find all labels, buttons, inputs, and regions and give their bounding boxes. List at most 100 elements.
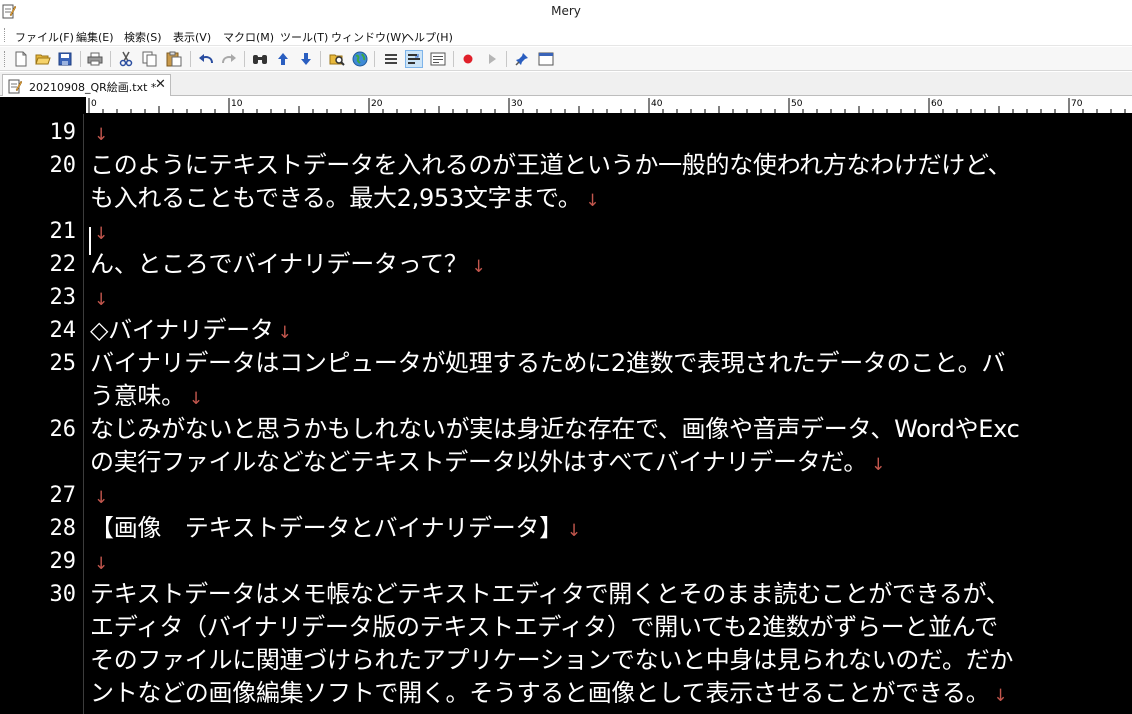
line-number: 23	[49, 285, 77, 310]
eol-mark-icon: ↓	[94, 290, 108, 310]
record-macro-icon[interactable]	[459, 50, 477, 68]
line-number: 28	[49, 516, 77, 541]
ruler-label: 50	[791, 99, 803, 109]
editor-line[interactable]: 21 ↓	[0, 215, 1132, 248]
line-number: 21	[49, 219, 77, 244]
line-number: 30	[49, 582, 77, 607]
editor-line[interactable]: エディタ（バイナリデータ版のテキストエディタ）で開いても2進数がずらーと並んで	[0, 611, 1132, 644]
cut-icon[interactable]	[117, 50, 135, 68]
editor-line[interactable]: そのファイルに関連づけられたアプリケーションでないと中身は見られないのだ。だか	[0, 644, 1132, 677]
line-text[interactable]: の実行ファイルなどなどテキストデータ以外はすべてバイナリデータだ。 ↓	[90, 446, 885, 482]
menu-view[interactable]: 表示(V)	[173, 29, 211, 45]
editor-line[interactable]: 27 ↓	[0, 479, 1132, 512]
editor-line[interactable]: の実行ファイルなどなどテキストデータ以外はすべてバイナリデータだ。 ↓	[0, 446, 1132, 479]
ruler-label: 20	[371, 99, 383, 109]
editor-line[interactable]: 29 ↓	[0, 545, 1132, 578]
editor-line[interactable]: 24 ◇バイナリデータ ↓	[0, 314, 1132, 347]
editor-line[interactable]: う意味。 ↓	[0, 380, 1132, 413]
line-text-content: ントなどの画像編集ソフトで開く。そうすると画像として表示させることができる。	[90, 679, 990, 707]
menu-window[interactable]: ウィンドウ(W)	[331, 29, 405, 45]
window-title: Mery	[551, 4, 581, 18]
line-number: 20	[49, 153, 77, 178]
editor-line[interactable]: 20 このようにテキストデータを入れるのが王道というか一般的な使われ方なわけだけど…	[0, 149, 1132, 182]
line-text[interactable]: ントなどの画像編集ソフトで開く。そうすると画像として表示させることができる。 ↓	[90, 677, 1008, 713]
find-icon[interactable]	[251, 50, 269, 68]
paste-icon[interactable]	[165, 50, 183, 68]
eol-mark-icon: ↓	[993, 686, 1008, 706]
menu-edit[interactable]: 編集(E)	[76, 29, 114, 45]
line-text[interactable]: エディタ（バイナリデータ版のテキストエディタ）で開いても2進数がずらーと並んで	[90, 611, 998, 644]
replace-files-icon[interactable]	[328, 50, 346, 68]
eol-mark-icon: ↓	[94, 224, 108, 244]
editor-line[interactable]: 28 【画像 テキストデータとバイナリデータ】 ↓	[0, 512, 1132, 545]
editor-line[interactable]: 19 ↓	[0, 116, 1132, 149]
line-text-content: ◇バイナリデータ	[90, 316, 274, 344]
line-text-content: バイナリデータはコンピュータが処理するために2進数で表現されたデータのこと。バ	[90, 349, 1006, 377]
eol-mark-icon: ↓	[94, 554, 108, 574]
wrap-window-icon[interactable]	[405, 50, 423, 68]
line-number: 27	[49, 483, 77, 508]
close-icon[interactable]: ✕	[155, 77, 166, 92]
editor-line[interactable]: 23 ↓	[0, 281, 1132, 314]
window-icon[interactable]	[537, 50, 555, 68]
menu-tools[interactable]: ツール(T)	[280, 29, 328, 45]
toolbar-grip[interactable]	[4, 51, 6, 67]
line-text[interactable]: テキストデータはメモ帳などテキストエディタで開くとそのまま読むことができるが、	[90, 578, 1010, 611]
find-next-icon[interactable]	[297, 50, 315, 68]
line-text[interactable]: そのファイルに関連づけられたアプリケーションでないと中身は見られないのだ。だか	[90, 644, 1013, 677]
menu-search[interactable]: 検索(S)	[124, 29, 162, 45]
undo-icon[interactable]	[197, 50, 215, 68]
line-text[interactable]: う意味。 ↓	[90, 380, 203, 416]
new-file-icon[interactable]	[12, 50, 30, 68]
menu-file[interactable]: ファイル(F)	[15, 29, 74, 45]
line-text[interactable]: なじみがないと思うかもしれないが実は身近な存在で、画像や音声データ、WordやE…	[90, 413, 1020, 446]
menu-help[interactable]: ヘルプ(H)	[403, 29, 453, 45]
document-tab[interactable]: 20210908_QR絵画.txt * ✕	[2, 74, 171, 96]
eol-mark-icon: ↓	[94, 488, 108, 508]
find-previous-icon[interactable]	[274, 50, 292, 68]
line-text[interactable]: ↓	[90, 116, 108, 152]
editor-line[interactable]: ントなどの画像編集ソフトで開く。そうすると画像として表示させることができる。 ↓	[0, 677, 1132, 710]
copy-icon[interactable]	[141, 50, 159, 68]
ruler-label: 0	[91, 99, 97, 109]
wrap-none-icon[interactable]	[382, 50, 400, 68]
editor-line[interactable]: 25 バイナリデータはコンピュータが処理するために2進数で表現されたデータのこと。…	[0, 347, 1132, 380]
editor-line[interactable]: も入れることもできる。最大2,953文字まで。 ↓	[0, 182, 1132, 215]
tab-title: 20210908_QR絵画.txt *	[29, 81, 157, 94]
line-text[interactable]: ん、ところでバイナリデータって？ ↓	[90, 248, 486, 284]
line-text[interactable]: ↓	[90, 215, 108, 251]
line-number: 19	[49, 120, 77, 145]
menu-grip[interactable]	[4, 28, 6, 42]
redo-icon[interactable]	[220, 50, 238, 68]
wrap-page-icon[interactable]	[429, 50, 447, 68]
tab-bar: 20210908_QR絵画.txt * ✕	[0, 72, 1132, 96]
save-icon[interactable]	[56, 50, 74, 68]
line-text[interactable]: ↓	[90, 479, 108, 515]
editor-area[interactable]: 0 10 20 30 40 50 60 70 19 ↓ 20 このようにテキストデータを入れるのが王…	[0, 97, 1132, 714]
run-macro-icon[interactable]	[483, 50, 501, 68]
column-ruler: 0 10 20 30 40 50 60 70	[86, 97, 1132, 114]
line-text[interactable]: も入れることもできる。最大2,953文字まで。 ↓	[90, 182, 600, 218]
line-text[interactable]: バイナリデータはコンピュータが処理するために2進数で表現されたデータのこと。バ	[90, 347, 1005, 380]
line-number: 26	[49, 417, 77, 442]
line-text[interactable]: このようにテキストデータを入れるのが王道というか一般的な使われ方なわけだけど、	[90, 149, 1011, 182]
menu-macro[interactable]: マクロ(M)	[223, 29, 274, 45]
pin-icon[interactable]	[513, 50, 531, 68]
line-text[interactable]: ↓	[90, 281, 108, 317]
text-lines[interactable]: 19 ↓ 20 このようにテキストデータを入れるのが王道というか一般的な使われ方なわけ…	[0, 116, 1132, 714]
open-folder-icon[interactable]	[34, 50, 52, 68]
editor-line[interactable]: 30 テキストデータはメモ帳などテキストエディタで開くとそのまま読むことができるが…	[0, 578, 1132, 611]
ruler-ticks: 0 10 20 30 40 50 60 70	[88, 98, 1126, 113]
toolbar	[0, 47, 1132, 71]
editor-line[interactable]: 22 ん、ところでバイナリデータって？ ↓	[0, 248, 1132, 281]
eol-mark-icon: ↓	[871, 455, 886, 475]
line-text[interactable]: ◇バイナリデータ ↓	[90, 314, 292, 350]
eol-mark-icon: ↓	[277, 323, 292, 343]
text-caret	[89, 227, 91, 255]
line-text[interactable]: ↓	[90, 545, 108, 581]
line-text[interactable]: 【画像 テキストデータとバイナリデータ】 ↓	[90, 512, 581, 548]
web-search-icon[interactable]	[351, 50, 369, 68]
line-text-content: エディタ（バイナリデータ版のテキストエディタ）で開いても2進数がずらーと並んで	[90, 613, 998, 641]
print-icon[interactable]	[86, 50, 104, 68]
editor-line[interactable]: 26 なじみがないと思うかもしれないが実は身近な存在で、画像や音声データ、Word…	[0, 413, 1132, 446]
